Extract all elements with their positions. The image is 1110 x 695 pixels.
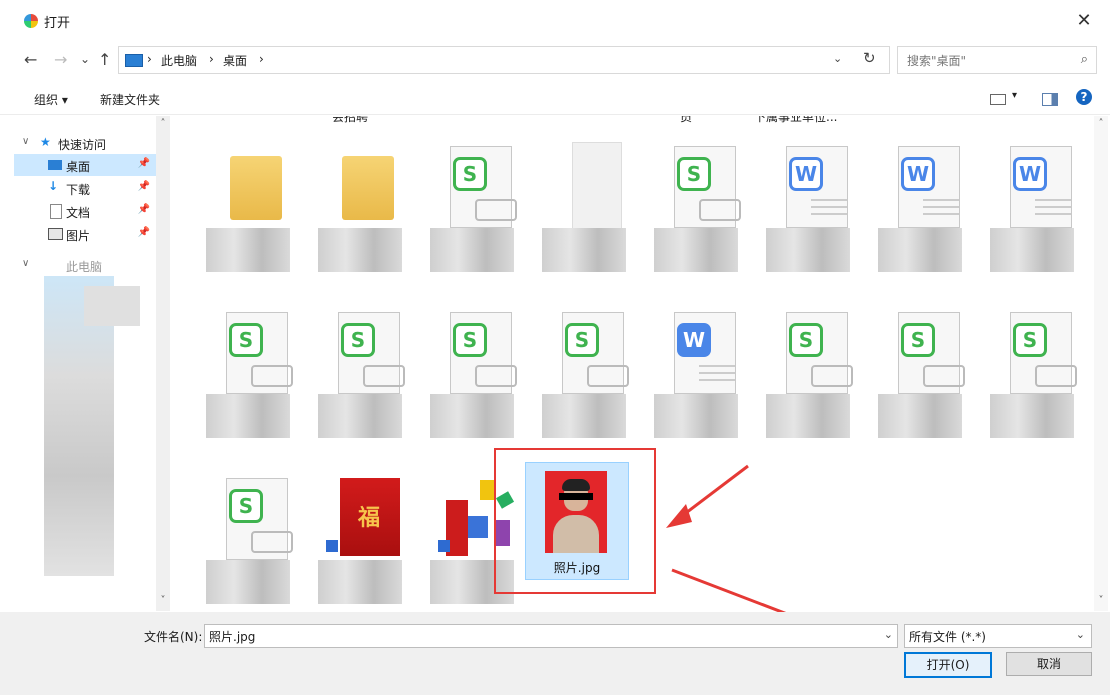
- open-button[interactable]: 打开(O): [904, 652, 992, 678]
- cancel-button[interactable]: 取消: [1006, 652, 1092, 676]
- annotation-arrows: [666, 464, 886, 656]
- filename-label: 文件名(N):: [144, 630, 203, 644]
- file-type-select[interactable]: 所有文件 (*.*) ⌄: [904, 624, 1092, 648]
- filename-input[interactable]: 照片.jpg ⌄: [204, 624, 898, 648]
- chevron-down-icon[interactable]: ⌄: [884, 628, 893, 641]
- arrowhead-icon: [666, 504, 692, 528]
- footer-bar: 文件名(N): 照片.jpg ⌄ 所有文件 (*.*) ⌄ 打开(O) 取消: [0, 612, 1110, 695]
- filename-value: 照片.jpg: [209, 630, 256, 644]
- chevron-down-icon: ⌄: [1075, 628, 1085, 641]
- file-type-value: 所有文件 (*.*): [909, 630, 986, 644]
